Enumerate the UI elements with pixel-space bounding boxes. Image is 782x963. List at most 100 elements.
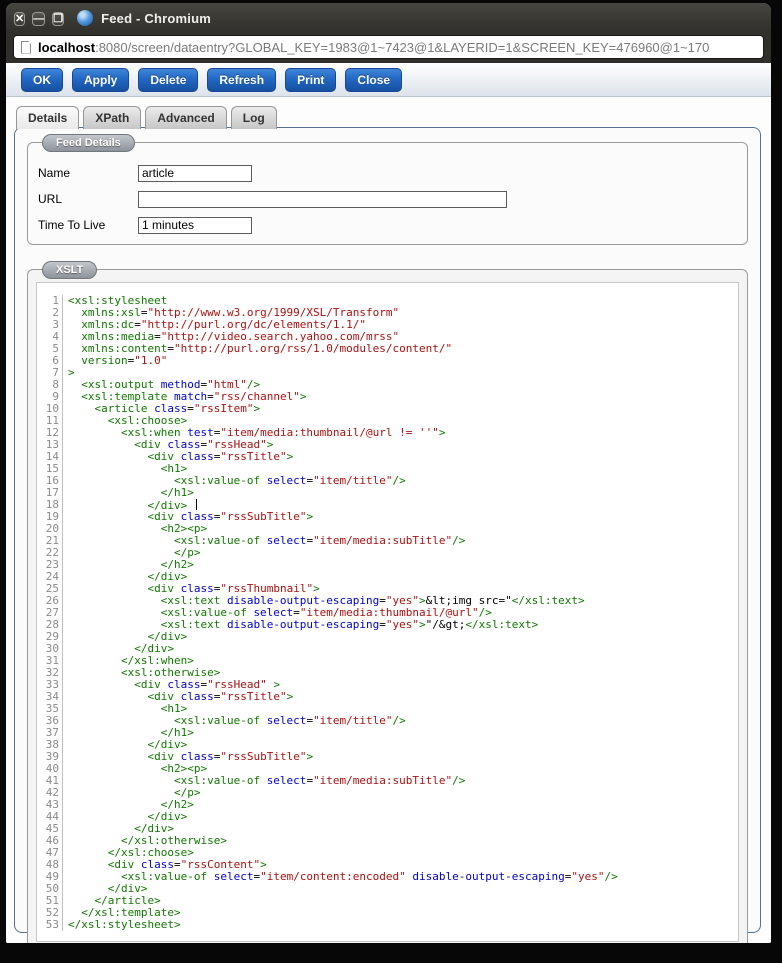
code-token: /> — [452, 774, 466, 787]
xslt-legend: XSLT — [42, 261, 98, 279]
line-number: 1 — [37, 295, 63, 307]
name-label: Name — [38, 166, 71, 180]
tab-bar: Details XPath Advanced Log — [16, 106, 771, 129]
code-token: /> — [452, 534, 466, 547]
code-token: "rssTitle" — [220, 450, 287, 463]
code-token: select — [266, 474, 307, 487]
code-token: disable-output-escaping — [226, 618, 380, 631]
code-token: version — [81, 354, 128, 367]
tab-xpath[interactable]: XPath — [83, 106, 142, 129]
tab-log[interactable]: Log — [230, 106, 277, 129]
code-token: "1.0" — [134, 354, 168, 367]
code-token: "/&gt; — [425, 618, 466, 631]
xslt-code-editor[interactable]: 1 <xsl:stylesheet 2 xmlns:xsl="http://www.… — [36, 282, 739, 942]
window-controls: ✕ — ❐ — [14, 9, 71, 28]
code-line: 53 </xsl:stylesheet> — [37, 919, 738, 931]
code-token: "yes" — [385, 618, 420, 631]
code-token: </xsl:text> — [465, 618, 539, 631]
url-label: URL — [38, 192, 63, 206]
xslt-fieldset: XSLT 1 <xsl:stylesheet 2 xmlns:xsl="http:/… — [27, 261, 748, 943]
code-token: > — [438, 426, 446, 439]
field-row-name: Name — [38, 160, 747, 186]
print-button[interactable]: Print — [285, 67, 337, 92]
field-row-time-to-live: Time To Live — [38, 212, 747, 238]
close-button[interactable]: Close — [345, 67, 403, 92]
code-token: > — [286, 690, 294, 703]
code-token: > — [419, 618, 426, 631]
page-content: OK Apply Delete Refresh Print Close Details XP… — [6, 63, 771, 943]
line-number: 7 — [37, 367, 63, 379]
text-cursor — [196, 499, 198, 510]
code-token: /> — [392, 474, 406, 487]
line-number: 8 — [37, 379, 63, 391]
minimize-window-button[interactable]: — — [32, 11, 46, 26]
code-token: = — [167, 342, 174, 355]
toolbar: OK Apply Delete Refresh Print Close — [6, 63, 771, 97]
code-text: version="1.0" — [63, 355, 167, 367]
details-panel: Feed Details NameURLTime To Live XSLT 1<… — [14, 127, 761, 943]
close-window-button[interactable]: ✕ — [14, 11, 26, 26]
maximize-window-button[interactable]: ❐ — [52, 11, 65, 26]
code-token: > — [286, 450, 294, 463]
code-token: select — [266, 774, 307, 787]
code-token: "rssSubTitle" — [220, 750, 307, 763]
code-token: > — [299, 390, 307, 403]
line-number: 4 — [37, 331, 63, 343]
line-number: 3 — [37, 319, 63, 331]
code-token: </h1> — [160, 486, 194, 499]
code-token: </xsl:text> — [511, 594, 585, 607]
address-bar[interactable]: localhost:8080/screen/dataentry?GLOBAL_K… — [13, 35, 764, 59]
delete-button[interactable]: Delete — [138, 67, 199, 92]
code-text: </xsl:stylesheet> — [63, 919, 181, 931]
code-token: "rssSubTitle" — [220, 510, 307, 523]
field-row-url: URL — [38, 186, 747, 212]
code-token: = — [379, 618, 386, 631]
ok-button[interactable]: OK — [21, 67, 63, 92]
code-token: > — [253, 402, 261, 415]
code-token: select — [266, 534, 307, 547]
code-token: /> — [392, 714, 406, 727]
code-token: "item/content:encoded" — [260, 870, 406, 883]
title-bar[interactable]: ✕ — ❐ Feed - Chromium — [6, 3, 771, 33]
browser-window: ✕ — ❐ Feed - Chromium localhost:8080/scree… — [6, 3, 771, 943]
feed-details-legend: Feed Details — [42, 134, 135, 152]
feed-details-fieldset: Feed Details Name URL Time To Live — [27, 134, 748, 245]
code-token: > — [306, 750, 314, 763]
chromium-icon — [77, 10, 94, 26]
code-token: = — [187, 402, 194, 415]
code-token: "item/title" — [313, 714, 393, 727]
line-number: 5 — [37, 343, 63, 355]
feed-details-fields: Name URL Time To Live — [28, 143, 747, 244]
line-number: 2 — [37, 307, 63, 319]
code-token: </xsl:stylesheet> — [68, 918, 181, 931]
code-token: "http://purl.org/rss/1.0/modules/content… — [173, 342, 453, 355]
code-token: "item/media:subTitle" — [313, 534, 453, 547]
url-input[interactable] — [138, 190, 507, 208]
line-number: 6 — [37, 355, 63, 367]
code-token: "rssTitle" — [220, 690, 287, 703]
time-to-live-input[interactable] — [138, 216, 252, 234]
tab-advanced[interactable]: Advanced — [145, 106, 227, 129]
code-line: 17 </h1> — [37, 487, 738, 499]
code-line: 6 version="1.0" — [37, 355, 738, 367]
address-bar-row: localhost:8080/screen/dataentry?GLOBAL_K… — [6, 33, 771, 63]
refresh-button[interactable]: Refresh — [207, 67, 277, 92]
url-host: localhost — [38, 39, 96, 55]
name-input[interactable] — [138, 164, 252, 182]
apply-button[interactable]: Apply — [72, 67, 130, 92]
code-token: "item/media:subTitle" — [313, 774, 453, 787]
code-token: "rssItem" — [193, 402, 254, 415]
code-token: "yes" — [571, 870, 605, 883]
line-number: 53 — [37, 919, 63, 931]
url-path: :8080/screen/dataentry?GLOBAL_KEY=1983@1… — [95, 39, 710, 55]
code-token: select — [213, 870, 254, 883]
tab-details[interactable]: Details — [16, 106, 80, 129]
code-text: </h1> — [63, 487, 194, 499]
